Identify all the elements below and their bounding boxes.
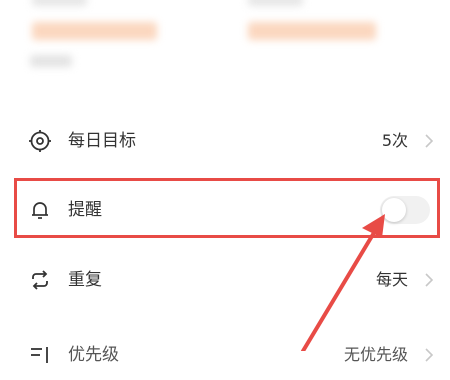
daily-goal-row[interactable]: 每日目标 5次 [0, 116, 450, 166]
chevron-right-icon [425, 348, 434, 362]
reminder-toggle[interactable] [380, 196, 430, 224]
priority-row[interactable]: 优先级 无优先级 [0, 330, 450, 380]
blurred-text [32, 0, 87, 6]
repeat-value: 每天 [375, 270, 408, 289]
reminder-row: 提醒 [0, 185, 450, 235]
priority-icon [31, 347, 48, 363]
blurred-text [30, 55, 72, 67]
priority-label: 优先级 [68, 345, 119, 365]
repeat-label: 重复 [68, 270, 102, 290]
bell-icon [32, 202, 48, 219]
blurred-text [248, 22, 376, 40]
target-icon [29, 130, 51, 152]
blurred-header [0, 0, 450, 95]
toggle-knob [382, 198, 406, 222]
daily-goal-label: 每日目标 [68, 131, 136, 151]
daily-goal-value: 5次 [381, 131, 408, 150]
repeat-icon [32, 270, 48, 290]
chevron-right-icon [425, 273, 434, 287]
priority-value: 无优先级 [343, 345, 408, 364]
reminder-label: 提醒 [68, 200, 102, 220]
blurred-text [248, 0, 303, 6]
repeat-row[interactable]: 重复 每天 [0, 255, 450, 305]
chevron-right-icon [425, 134, 434, 148]
blurred-text [32, 22, 157, 40]
